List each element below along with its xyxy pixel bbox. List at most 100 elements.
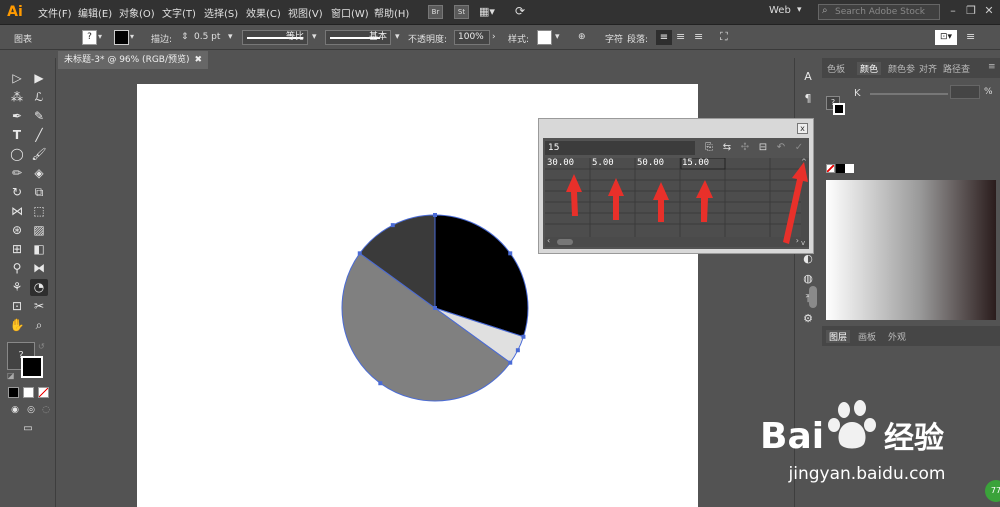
eraser-tool-icon[interactable]: ◈ bbox=[30, 165, 48, 182]
menu-window[interactable]: 窗口(W) bbox=[331, 5, 369, 20]
import-data-icon[interactable]: ⎘ bbox=[703, 141, 715, 154]
stock-search-input[interactable]: Search Adobe Stock bbox=[818, 4, 940, 20]
stroke-label[interactable]: 描边: bbox=[151, 32, 172, 45]
black-swatch[interactable] bbox=[836, 164, 845, 173]
style-chevron-icon[interactable]: ▾ bbox=[555, 32, 560, 42]
paragraph-link[interactable]: 段落: bbox=[627, 32, 648, 45]
stroke-weight-chevron-icon[interactable]: ▾ bbox=[228, 32, 233, 42]
ellipse-tool-icon[interactable]: ◯ bbox=[8, 146, 26, 163]
artboard-tool-icon[interactable]: ⊡ bbox=[8, 298, 26, 315]
blend-tool-icon[interactable]: ⧓ bbox=[30, 260, 48, 277]
lasso-tool-icon[interactable]: ℒ bbox=[30, 89, 48, 106]
tab-layers[interactable]: 图层 bbox=[826, 330, 851, 343]
line-tool-icon[interactable]: ╱ bbox=[30, 127, 48, 144]
stock-button[interactable]: St bbox=[454, 5, 469, 19]
brush-definition[interactable]: 基本 bbox=[325, 30, 391, 45]
anchor-point[interactable] bbox=[390, 223, 395, 228]
character-link[interactable]: 字符 bbox=[605, 32, 623, 45]
close-tab-icon[interactable]: ✖ bbox=[194, 51, 202, 69]
menu-object[interactable]: 对象(O) bbox=[119, 5, 155, 20]
align-right-icon[interactable]: ≡ bbox=[694, 30, 703, 43]
pie-chart[interactable] bbox=[335, 210, 535, 410]
switch-xy-icon[interactable]: ✣ bbox=[739, 141, 751, 154]
tab-pathfinder[interactable]: 路径查 bbox=[943, 62, 970, 75]
pen-tool-icon[interactable]: ✒ bbox=[8, 108, 26, 125]
hand-tool-icon[interactable]: ✋ bbox=[8, 317, 26, 334]
k-value-field[interactable] bbox=[950, 85, 980, 99]
curvature-tool-icon[interactable]: ✎ bbox=[30, 108, 48, 125]
align-center-icon[interactable]: ≡ bbox=[676, 30, 685, 43]
menu-type[interactable]: 文字(T) bbox=[162, 5, 196, 20]
apply-icon[interactable]: ✓ bbox=[793, 141, 805, 154]
align-left-icon[interactable]: ≡ bbox=[656, 30, 672, 45]
anchor-point[interactable] bbox=[515, 348, 520, 353]
perspective-grid-tool-icon[interactable]: ▨ bbox=[30, 222, 48, 239]
cell-style-icon[interactable]: ⊟ bbox=[757, 141, 769, 154]
pie-graph-tool-icon[interactable]: ◔ bbox=[30, 279, 48, 296]
free-transform-tool-icon[interactable]: ⬚ bbox=[30, 203, 48, 220]
stroke-chevron-icon[interactable]: ▾ bbox=[130, 32, 134, 41]
stroke-swatch[interactable] bbox=[114, 30, 129, 45]
restore-icon[interactable]: ❐ bbox=[964, 4, 978, 18]
symbol-sprayer-tool-icon[interactable]: ⚘ bbox=[8, 279, 26, 296]
zoom-tool-icon[interactable]: ⌕ bbox=[30, 317, 48, 334]
default-fill-stroke-icon[interactable]: ◪ bbox=[7, 371, 15, 380]
paragraph-panel-icon[interactable]: ¶ bbox=[799, 90, 817, 107]
anchor-point[interactable] bbox=[508, 251, 513, 256]
tab-color[interactable]: 颜色 bbox=[857, 62, 882, 75]
scroll-left-icon[interactable]: ‹ bbox=[547, 236, 550, 245]
stroke-color-box[interactable] bbox=[21, 356, 43, 378]
rotate-tool-icon[interactable]: ↻ bbox=[8, 184, 26, 201]
workspace-chevron-icon[interactable]: ▾ bbox=[797, 5, 802, 15]
bridge-button[interactable]: Br bbox=[428, 5, 443, 19]
pencil-tool-icon[interactable]: ✏ bbox=[8, 165, 26, 182]
anchor-point[interactable] bbox=[433, 213, 437, 217]
shape-builder-tool-icon[interactable]: ⊛ bbox=[8, 222, 26, 239]
opacity-field[interactable]: 100% bbox=[454, 30, 490, 45]
eyedropper-tool-icon[interactable]: ⚲ bbox=[8, 260, 26, 277]
tab-artboards[interactable]: 画板 bbox=[858, 330, 876, 343]
close-icon[interactable]: ✕ bbox=[982, 4, 996, 18]
transpose-icon[interactable]: ⇆ bbox=[721, 141, 733, 154]
type-tool-icon[interactable]: T bbox=[8, 127, 26, 144]
tab-appearance[interactable]: 外观 bbox=[888, 330, 906, 343]
tab-color-guide[interactable]: 颜色参 bbox=[888, 62, 915, 75]
gradient-mode-icon[interactable] bbox=[23, 387, 34, 398]
opacity-arrow-icon[interactable]: › bbox=[492, 32, 496, 42]
gpu-performance-icon[interactable]: ⟳ bbox=[515, 4, 533, 20]
menu-view[interactable]: 视图(V) bbox=[288, 5, 323, 20]
panel-menu-icon[interactable]: ≡ bbox=[966, 30, 975, 43]
graphic-style-swatch[interactable] bbox=[537, 30, 552, 45]
isolate-group-icon[interactable]: ⊡▾ bbox=[935, 30, 957, 45]
none-swatch[interactable] bbox=[826, 164, 835, 173]
menu-help[interactable]: 帮助(H) bbox=[374, 5, 409, 20]
white-swatch[interactable] bbox=[845, 164, 854, 173]
none-mode-icon[interactable] bbox=[38, 387, 49, 398]
paintbrush-tool-icon[interactable]: 🖌 bbox=[30, 146, 48, 163]
character-panel-icon[interactable]: A bbox=[799, 68, 817, 85]
brush-chevron-icon[interactable]: ▾ bbox=[395, 32, 400, 42]
k-slider[interactable] bbox=[870, 93, 948, 95]
opacity-label[interactable]: 不透明度: bbox=[408, 32, 447, 45]
anchor-point[interactable] bbox=[357, 251, 362, 256]
scale-tool-icon[interactable]: ⧉ bbox=[30, 184, 48, 201]
minimize-icon[interactable]: – bbox=[946, 4, 960, 18]
anchor-point[interactable] bbox=[433, 306, 437, 310]
direct-selection-tool-icon[interactable]: ▶ bbox=[30, 70, 48, 87]
workspace-switcher[interactable]: Web bbox=[769, 5, 791, 16]
gradient-tool-icon[interactable]: ◧ bbox=[30, 241, 48, 258]
swap-fill-stroke-icon[interactable]: ↺ bbox=[38, 342, 45, 351]
color-spectrum[interactable] bbox=[826, 180, 996, 320]
graph-window-close-icon[interactable]: x bbox=[797, 123, 808, 134]
fill-swatch[interactable]: ? bbox=[82, 30, 97, 45]
menu-select[interactable]: 选择(S) bbox=[204, 5, 238, 20]
slice-tool-icon[interactable]: ✂ bbox=[30, 298, 48, 315]
mesh-tool-icon[interactable]: ⊞ bbox=[8, 241, 26, 258]
tab-align[interactable]: 对齐 bbox=[919, 62, 937, 75]
magic-wand-tool-icon[interactable]: ⁂ bbox=[8, 89, 26, 106]
color-mode-icon[interactable] bbox=[8, 387, 19, 398]
float-badge-icon[interactable]: 77 bbox=[985, 480, 1000, 502]
stroke-weight-field[interactable]: 0.5 pt bbox=[194, 32, 220, 42]
global-edit-icon[interactable]: ⊕ bbox=[578, 32, 586, 42]
variable-width-profile[interactable]: 等比 bbox=[242, 30, 308, 45]
